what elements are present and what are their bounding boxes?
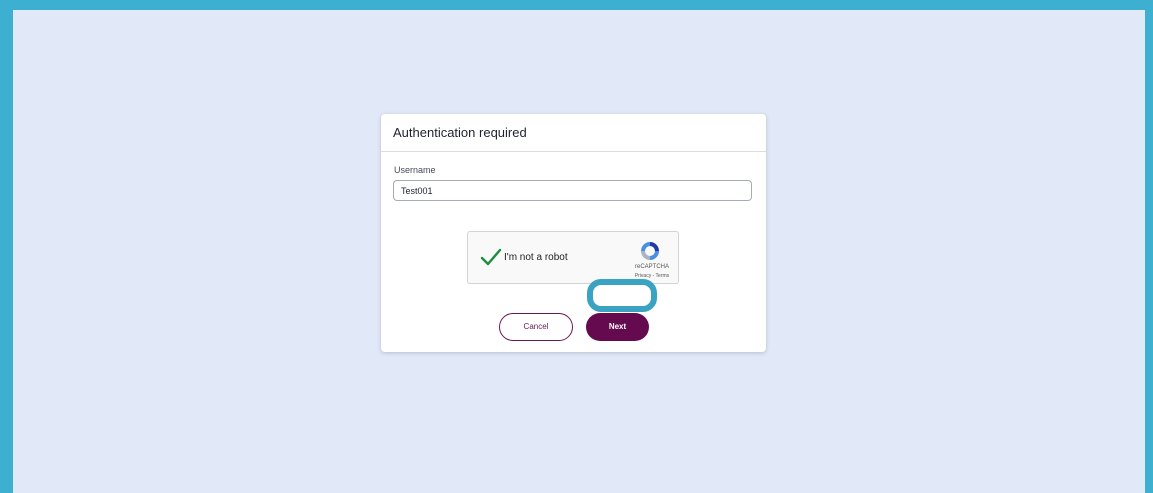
recaptcha-brand: reCAPTCHA	[634, 264, 669, 270]
highlight-ring	[587, 279, 657, 312]
next-button[interactable]: Next	[586, 313, 649, 341]
check-icon[interactable]	[480, 246, 502, 268]
recaptcha-checkbox-label: I'm not a robot	[504, 252, 568, 263]
username-label: Username	[394, 165, 436, 175]
page-background: Authentication required Username I'm not…	[13, 10, 1145, 493]
cancel-button[interactable]: Cancel	[499, 313, 573, 341]
dialog-header: Authentication required	[381, 114, 766, 152]
auth-dialog: Authentication required Username I'm not…	[381, 114, 766, 352]
screenshot-frame: Authentication required Username I'm not…	[0, 0, 1153, 493]
dialog-title: Authentication required	[393, 125, 527, 140]
recaptcha-widget[interactable]: I'm not a robot reCAPTCHA Privacy - Term…	[467, 231, 679, 284]
recaptcha-logo-icon	[638, 239, 662, 263]
username-input[interactable]	[393, 180, 752, 201]
